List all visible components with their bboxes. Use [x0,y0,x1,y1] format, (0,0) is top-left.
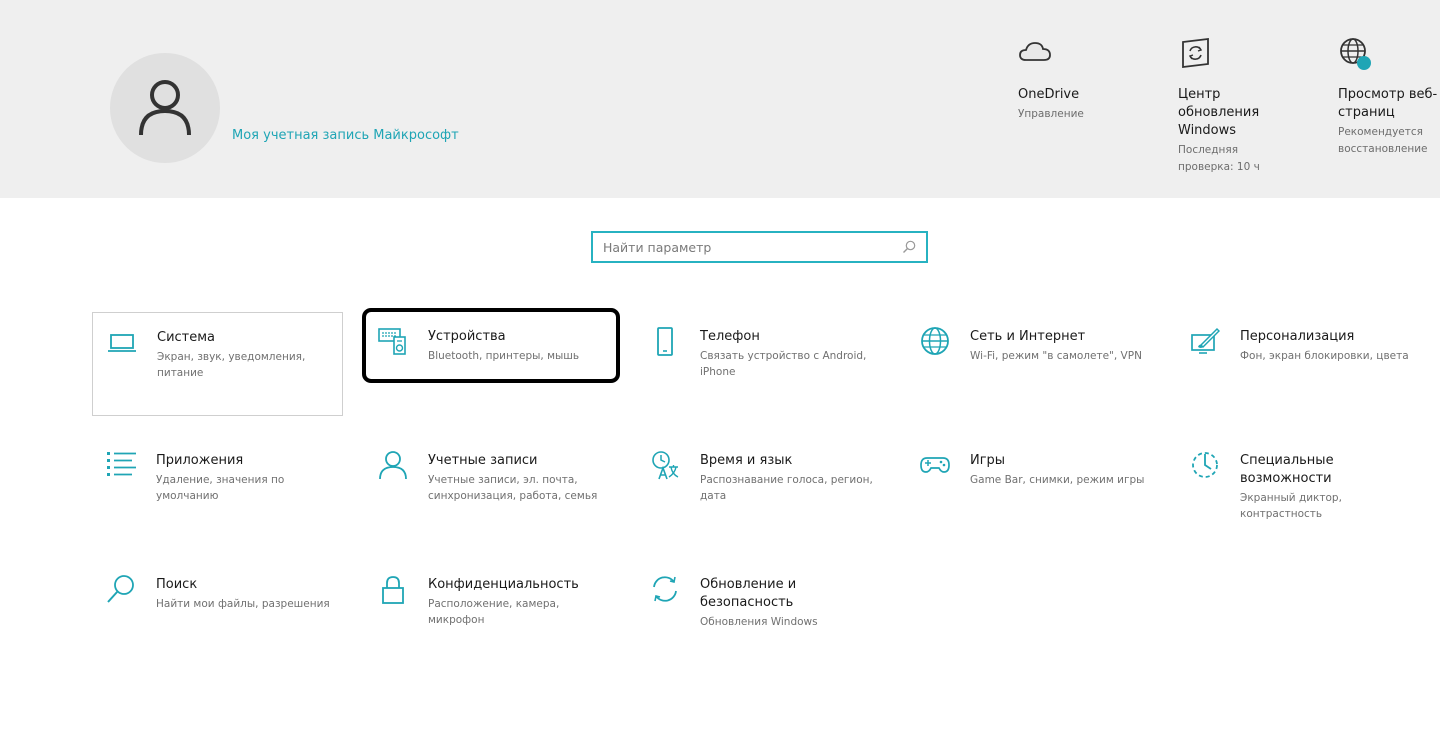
tile-privacy[interactable]: Конфиденциальность Расположение, камера,… [364,560,616,664]
tile-description: Связать устройство с Android, iPhone [700,350,867,378]
quick-onedrive[interactable]: OneDrive Управление [1018,36,1118,123]
account-header: Моя учетная запись Майкрософт OneDrive У… [0,0,1440,198]
person-icon [378,450,408,480]
tile-description: Экранный диктор, контрастность [1240,492,1342,520]
tile-time-language[interactable]: Время и язык Распознавание голоса, регио… [636,436,888,540]
tile-system[interactable]: Система Экран, звук, уведомления, питани… [92,312,343,416]
sync-icon [650,574,680,604]
accessibility-icon [1190,450,1220,480]
tile-description: Найти мои файлы, разрешения [156,598,330,610]
tile-personalization[interactable]: Персонализация Фон, экран блокировки, цв… [1176,312,1428,416]
microsoft-account-link[interactable]: Моя учетная запись Майкрософт [232,128,459,143]
quick-web-browsing[interactable]: Просмотр веб-страниц Рекомендуется восст… [1338,36,1438,158]
tile-devices[interactable]: Устройства Bluetooth, принтеры, мышь [364,312,616,416]
tile-search[interactable]: Поиск Найти мои файлы, разрешения [92,560,344,664]
time-language-icon [650,450,680,480]
devices-icon [378,326,408,356]
quick-title: Центр обновления Windows [1178,87,1260,138]
magnifier-icon [902,240,916,254]
tile-apps[interactable]: Приложения Удаление, значения по умолчан… [92,436,344,540]
tile-network[interactable]: Сеть и Интернет Wi-Fi, режим "в самолете… [906,312,1158,416]
tile-accounts[interactable]: Учетные записи Учетные записи, эл. почта… [364,436,616,540]
tile-description: Расположение, камера, микрофон [428,598,560,626]
quick-subtitle: Рекомендуется восстановление [1338,126,1428,155]
globe-icon [920,326,950,356]
tile-title: Конфиденциальность [428,577,579,592]
tile-description: Распознавание голоса, регион, дата [700,474,873,502]
quick-title: Просмотр веб-страниц [1338,87,1438,120]
tile-title: Устройства [428,329,506,344]
phone-icon [650,326,680,356]
quick-windows-update[interactable]: Центр обновления Windows Последняя прове… [1178,36,1288,176]
tile-description: Фон, экран блокировки, цвета [1240,350,1409,362]
cloud-icon [1018,36,1052,70]
tile-description: Экран, звук, уведомления, питание [157,351,306,379]
tile-title: Игры [970,453,1006,468]
settings-search-box[interactable]: Найти параметр [591,231,928,263]
paint-icon [1190,326,1220,356]
search-placeholder: Найти параметр [603,239,712,255]
quick-title: OneDrive [1018,87,1080,102]
avatar[interactable] [110,53,220,163]
quick-subtitle: Управление [1018,108,1084,120]
tile-update-security[interactable]: Обновление и безопасность Обновления Win… [636,560,888,664]
tile-title: Учетные записи [428,453,538,468]
tile-title: Поиск [156,577,198,592]
tile-title: Система [157,330,216,345]
tile-title: Обновление и безопасность [700,577,797,610]
quick-subtitle: Последняя проверка: 10 ч [1178,144,1260,173]
laptop-icon [107,327,137,357]
tile-title: Персонализация [1240,329,1355,344]
apps-list-icon [106,450,136,480]
tile-description: Обновления Windows [700,616,818,628]
tile-description: Game Bar, снимки, режим игры [970,474,1145,486]
tile-description: Удаление, значения по умолчанию [156,474,285,502]
tile-title: Телефон [700,329,760,344]
tile-phone[interactable]: Телефон Связать устройство с Android, iP… [636,312,888,416]
tile-description: Учетные записи, эл. почта, синхронизация… [428,474,598,502]
tile-accessibility[interactable]: Специальные возможности Экранный диктор,… [1176,436,1428,540]
tile-title: Время и язык [700,453,793,468]
user-avatar-icon [139,80,191,136]
lock-icon [378,574,408,604]
tile-title: Специальные возможности [1240,453,1334,486]
search-icon [106,574,136,604]
tile-title: Приложения [156,453,244,468]
gamepad-icon [920,450,950,480]
globe-badge-icon [1338,36,1372,70]
tile-description: Bluetooth, принтеры, мышь [428,350,580,362]
tile-description: Wi-Fi, режим "в самолете", VPN [970,350,1142,362]
windows-update-icon [1178,36,1212,70]
tile-gaming[interactable]: Игры Game Bar, снимки, режим игры [906,436,1158,540]
tile-title: Сеть и Интернет [970,329,1086,344]
